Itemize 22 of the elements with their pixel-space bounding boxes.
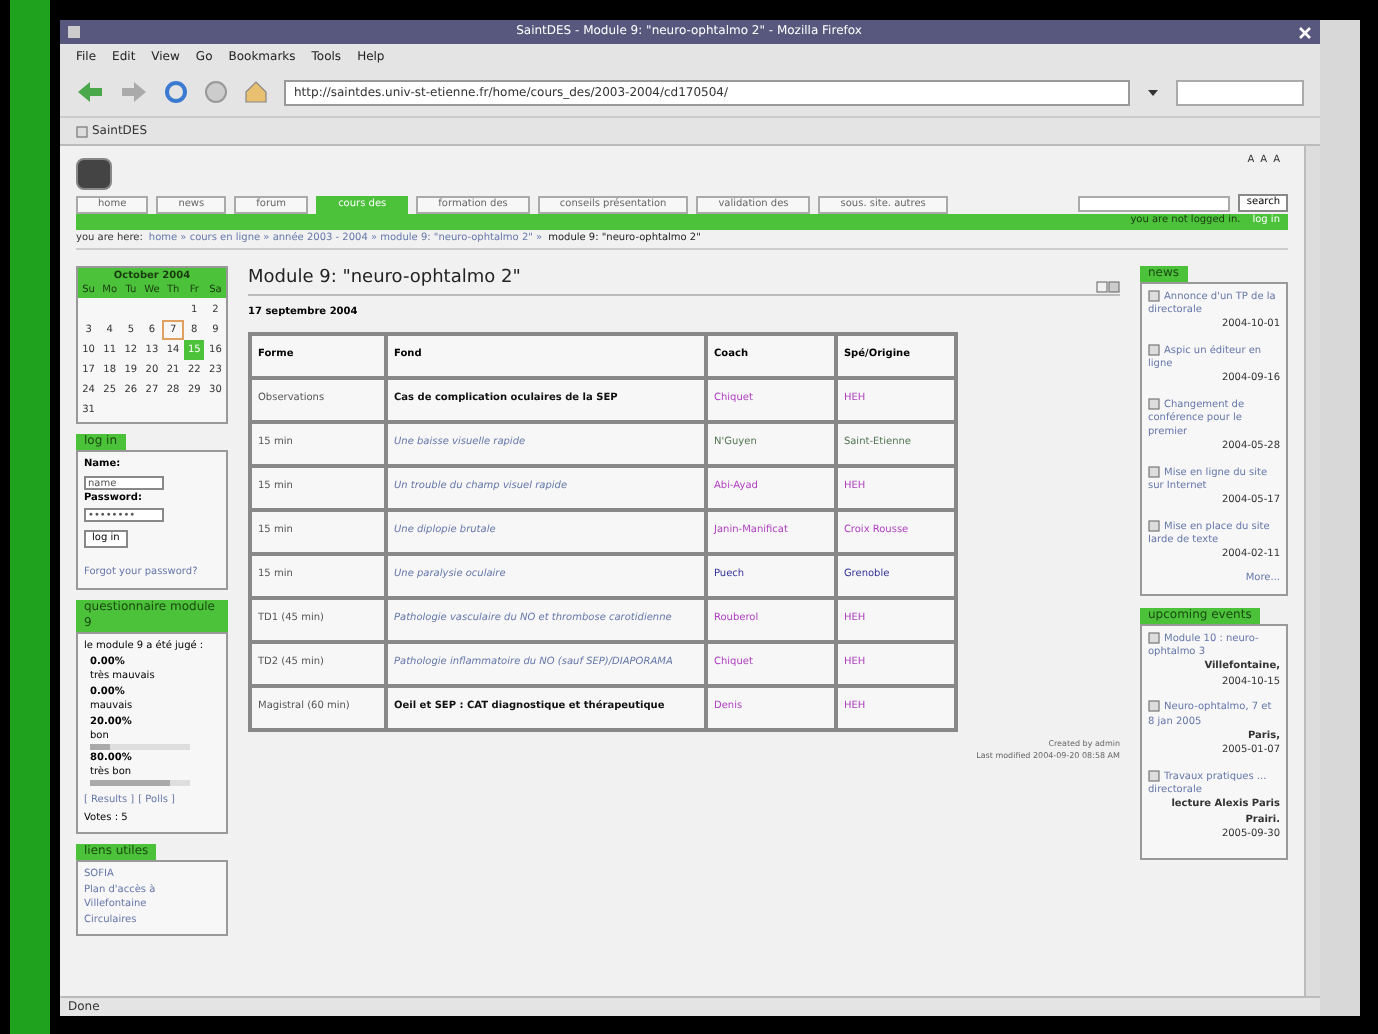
home-icon[interactable]	[244, 80, 268, 104]
document-icon	[1148, 519, 1160, 531]
document-icon	[76, 125, 88, 137]
reload-icon[interactable]	[164, 80, 188, 104]
document-icon	[1148, 769, 1160, 782]
back-arrow-icon[interactable]	[76, 80, 104, 104]
document-icon	[1148, 290, 1160, 302]
close-icon[interactable]	[1298, 25, 1312, 39]
search-field[interactable]	[1176, 79, 1304, 105]
print-icon[interactable]	[1096, 279, 1120, 293]
scrollbar[interactable]	[1304, 146, 1320, 996]
forward-arrow-icon[interactable]	[120, 80, 148, 104]
logo[interactable]	[76, 158, 112, 190]
site-search-field[interactable]	[1078, 196, 1231, 212]
document-icon	[1148, 631, 1160, 644]
stop-icon[interactable]	[204, 80, 228, 104]
document-icon	[1148, 700, 1160, 713]
dropdown-icon[interactable]	[1146, 85, 1160, 99]
document-icon	[1148, 465, 1160, 478]
page-title: Module 9: "neuro-ophtalmo 2"	[248, 266, 521, 292]
document-icon	[1148, 343, 1160, 356]
document-icon	[1148, 397, 1160, 410]
